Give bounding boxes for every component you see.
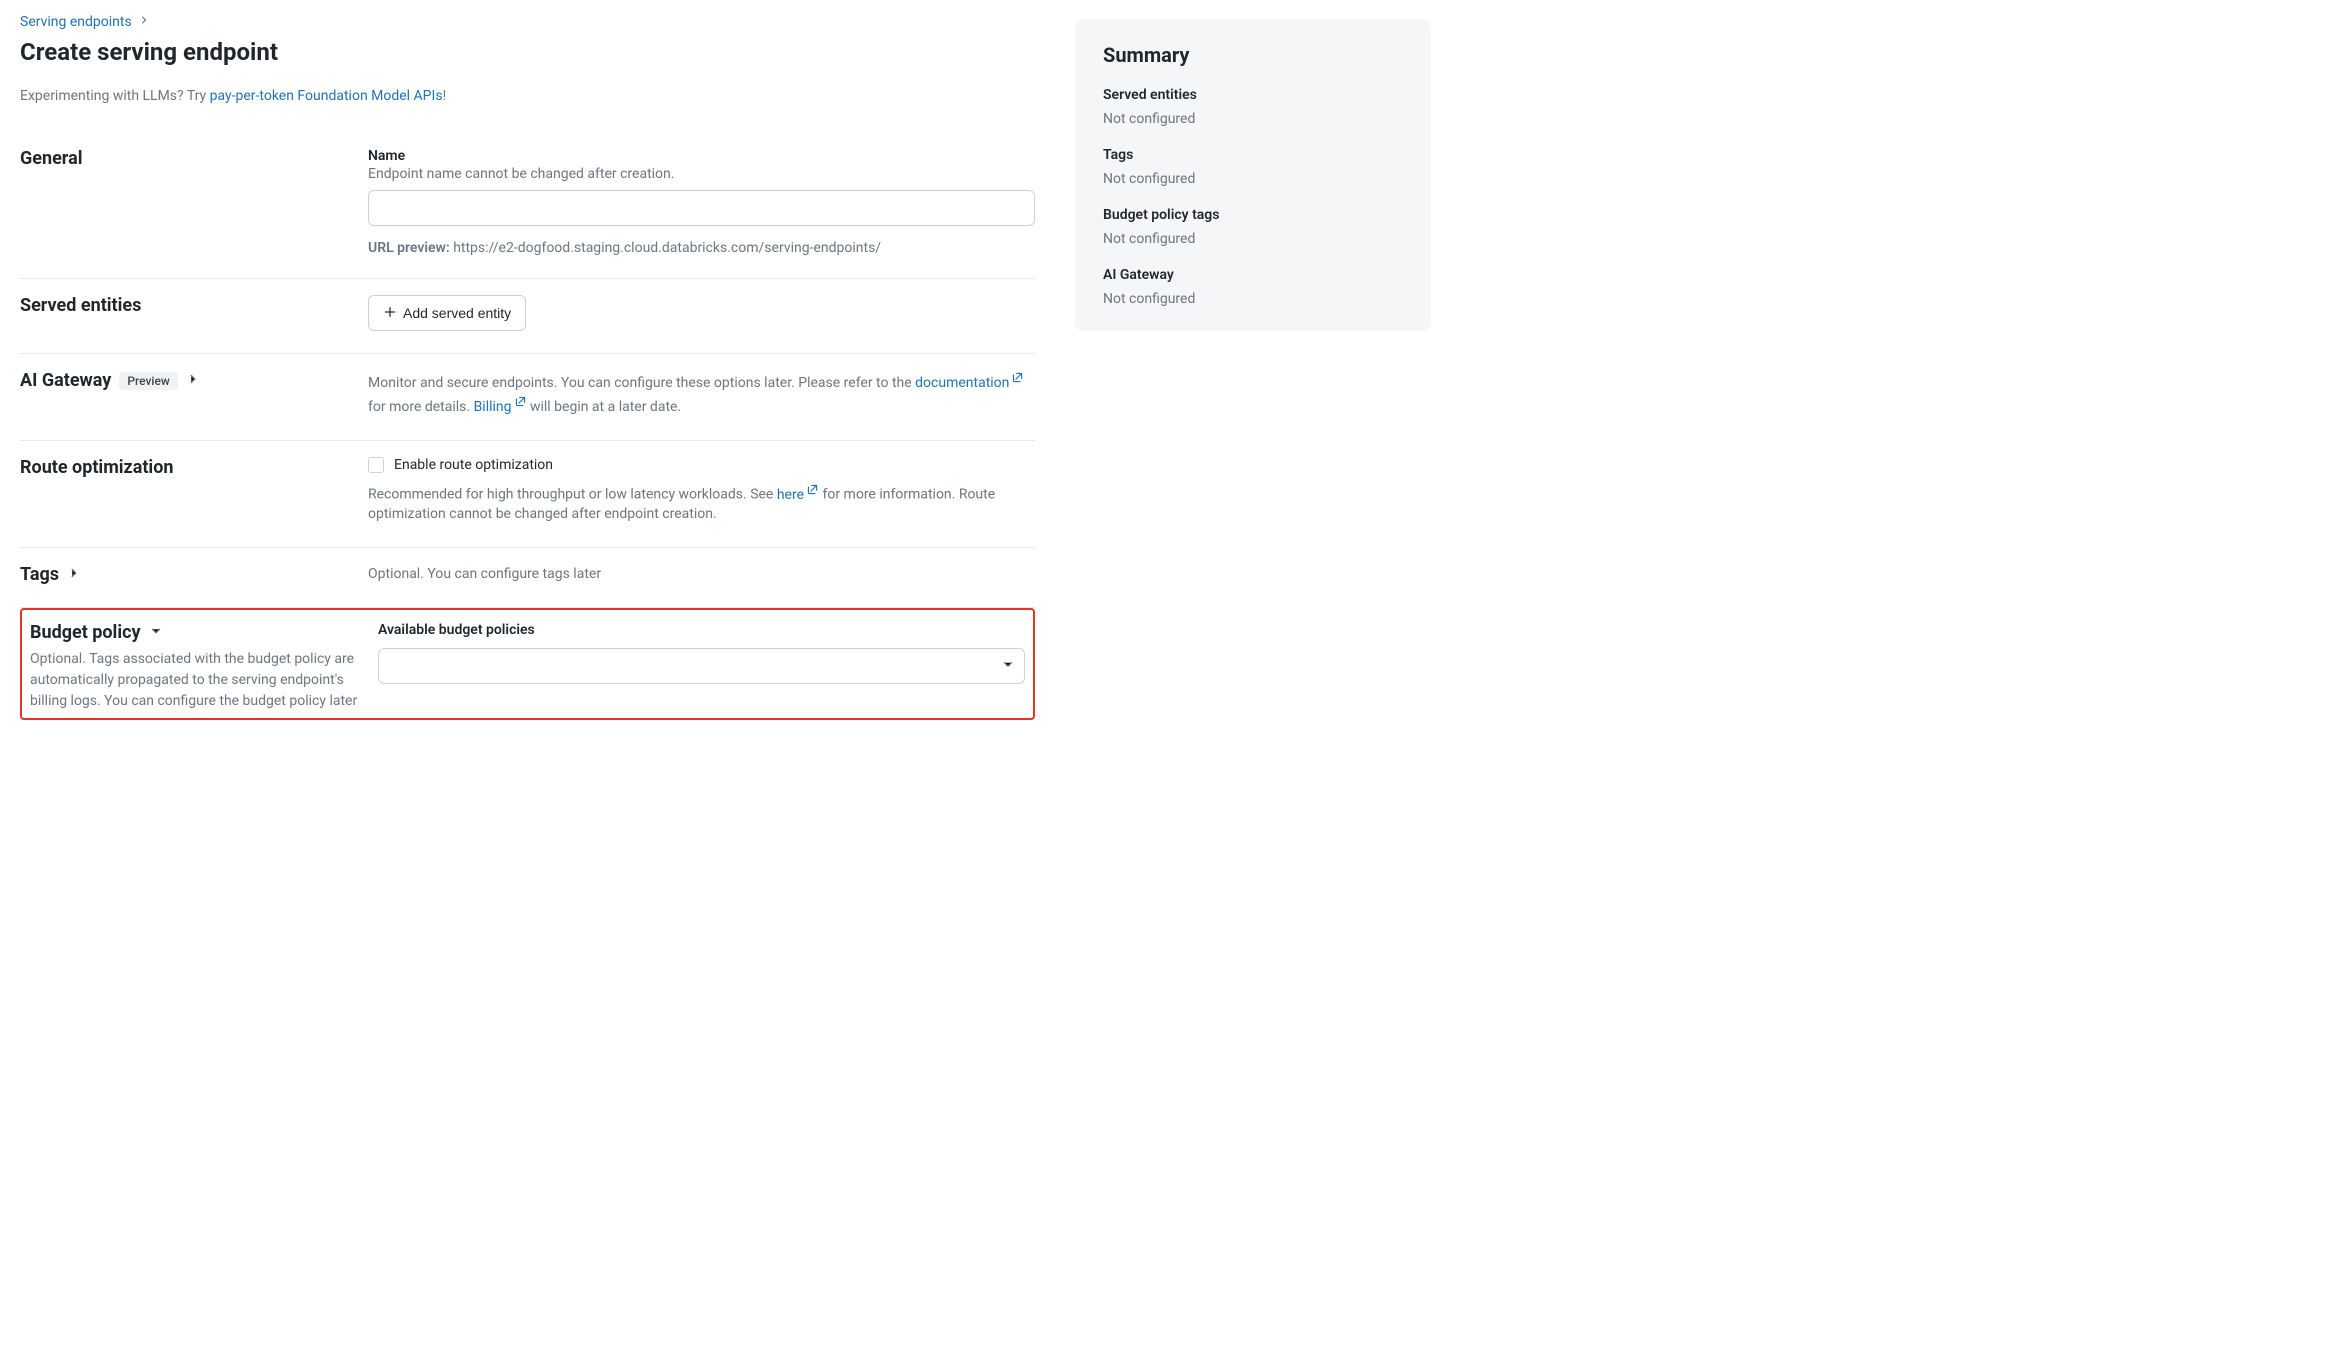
route-opt-here-link[interactable]: here bbox=[777, 487, 819, 503]
budget-heading[interactable]: Budget policy bbox=[30, 622, 358, 643]
general-heading: General bbox=[20, 148, 348, 169]
section-tags: Tags Optional. You can configure tags la… bbox=[20, 548, 1035, 608]
name-label: Name bbox=[368, 148, 1035, 164]
section-general: General Name Endpoint name cannot be cha… bbox=[20, 132, 1035, 279]
url-preview-value: https://e2-dogfood.staging.cloud.databri… bbox=[453, 240, 881, 256]
budget-select-label: Available budget policies bbox=[378, 622, 1025, 638]
external-link-icon bbox=[1011, 370, 1024, 391]
summary-item-budget-tags: Budget policy tags Not configured bbox=[1103, 207, 1403, 247]
budget-desc: Optional. Tags associated with the budge… bbox=[30, 649, 358, 712]
summary-item-ai-gateway: AI Gateway Not configured bbox=[1103, 267, 1403, 307]
budget-highlight-box: Budget policy Optional. Tags associated … bbox=[20, 608, 1035, 720]
ai-gateway-heading[interactable]: AI Gateway Preview bbox=[20, 370, 348, 391]
main-form: Serving endpoints Create serving endpoin… bbox=[20, 14, 1035, 720]
add-served-entity-button[interactable]: Add served entity bbox=[368, 295, 526, 331]
page-title: Create serving endpoint bbox=[20, 38, 1035, 66]
budget-policy-select[interactable] bbox=[378, 648, 1025, 684]
intro-suffix: ! bbox=[443, 88, 447, 104]
section-route-optimization: Route optimization Enable route optimiza… bbox=[20, 441, 1035, 548]
summary-value: Not configured bbox=[1103, 231, 1403, 247]
budget-heading-text: Budget policy bbox=[30, 622, 141, 643]
summary-label: AI Gateway bbox=[1103, 267, 1403, 283]
section-budget-policy: Budget policy Optional. Tags associated … bbox=[30, 622, 1025, 712]
tags-heading[interactable]: Tags bbox=[20, 564, 348, 585]
ai-gateway-desc: Monitor and secure endpoints. You can co… bbox=[368, 370, 1035, 418]
enable-route-opt-checkbox[interactable] bbox=[368, 457, 384, 473]
tags-help: Optional. You can configure tags later bbox=[368, 564, 1035, 585]
chevron-right-icon bbox=[186, 370, 200, 391]
enable-route-opt-label[interactable]: Enable route optimization bbox=[394, 457, 553, 473]
add-served-entity-label: Add served entity bbox=[403, 305, 511, 321]
summary-value: Not configured bbox=[1103, 111, 1403, 127]
summary-label: Budget policy tags bbox=[1103, 207, 1403, 223]
summary-item-served-entities: Served entities Not configured bbox=[1103, 87, 1403, 127]
route-opt-heading: Route optimization bbox=[20, 457, 348, 478]
summary-value: Not configured bbox=[1103, 171, 1403, 187]
summary-heading: Summary bbox=[1103, 43, 1403, 67]
name-input[interactable] bbox=[368, 190, 1035, 226]
tags-heading-text: Tags bbox=[20, 564, 59, 585]
summary-value: Not configured bbox=[1103, 291, 1403, 307]
route-opt-help: Recommended for high throughput or low l… bbox=[368, 483, 1035, 525]
external-link-icon bbox=[514, 394, 527, 415]
billing-link[interactable]: Billing bbox=[474, 399, 527, 415]
documentation-link[interactable]: documentation bbox=[915, 375, 1024, 391]
summary-label: Tags bbox=[1103, 147, 1403, 163]
intro-text: Experimenting with LLMs? Try pay-per-tok… bbox=[20, 88, 1035, 104]
summary-label: Served entities bbox=[1103, 87, 1403, 103]
chevron-right-icon bbox=[138, 14, 150, 30]
url-preview: URL preview: https://e2-dogfood.staging.… bbox=[368, 240, 1035, 256]
section-ai-gateway: AI Gateway Preview Monitor and secure en… bbox=[20, 354, 1035, 441]
external-link-icon bbox=[806, 483, 819, 503]
chevron-right-icon bbox=[67, 564, 81, 585]
summary-panel: Summary Served entities Not configured T… bbox=[1075, 19, 1431, 331]
breadcrumb-parent-link[interactable]: Serving endpoints bbox=[20, 14, 132, 30]
chevron-down-icon bbox=[149, 622, 163, 643]
foundation-model-link[interactable]: pay-per-token Foundation Model APIs bbox=[210, 88, 443, 104]
name-help: Endpoint name cannot be changed after cr… bbox=[368, 166, 1035, 182]
url-preview-label: URL preview: bbox=[368, 240, 450, 256]
ai-gateway-heading-text: AI Gateway bbox=[20, 370, 111, 391]
summary-item-tags: Tags Not configured bbox=[1103, 147, 1403, 187]
served-entities-heading: Served entities bbox=[20, 295, 348, 316]
section-served-entities: Served entities Add served entity bbox=[20, 279, 1035, 354]
intro-prefix: Experimenting with LLMs? Try bbox=[20, 88, 210, 104]
plus-icon bbox=[383, 305, 397, 322]
breadcrumb: Serving endpoints bbox=[20, 14, 1035, 30]
preview-badge: Preview bbox=[119, 372, 178, 390]
